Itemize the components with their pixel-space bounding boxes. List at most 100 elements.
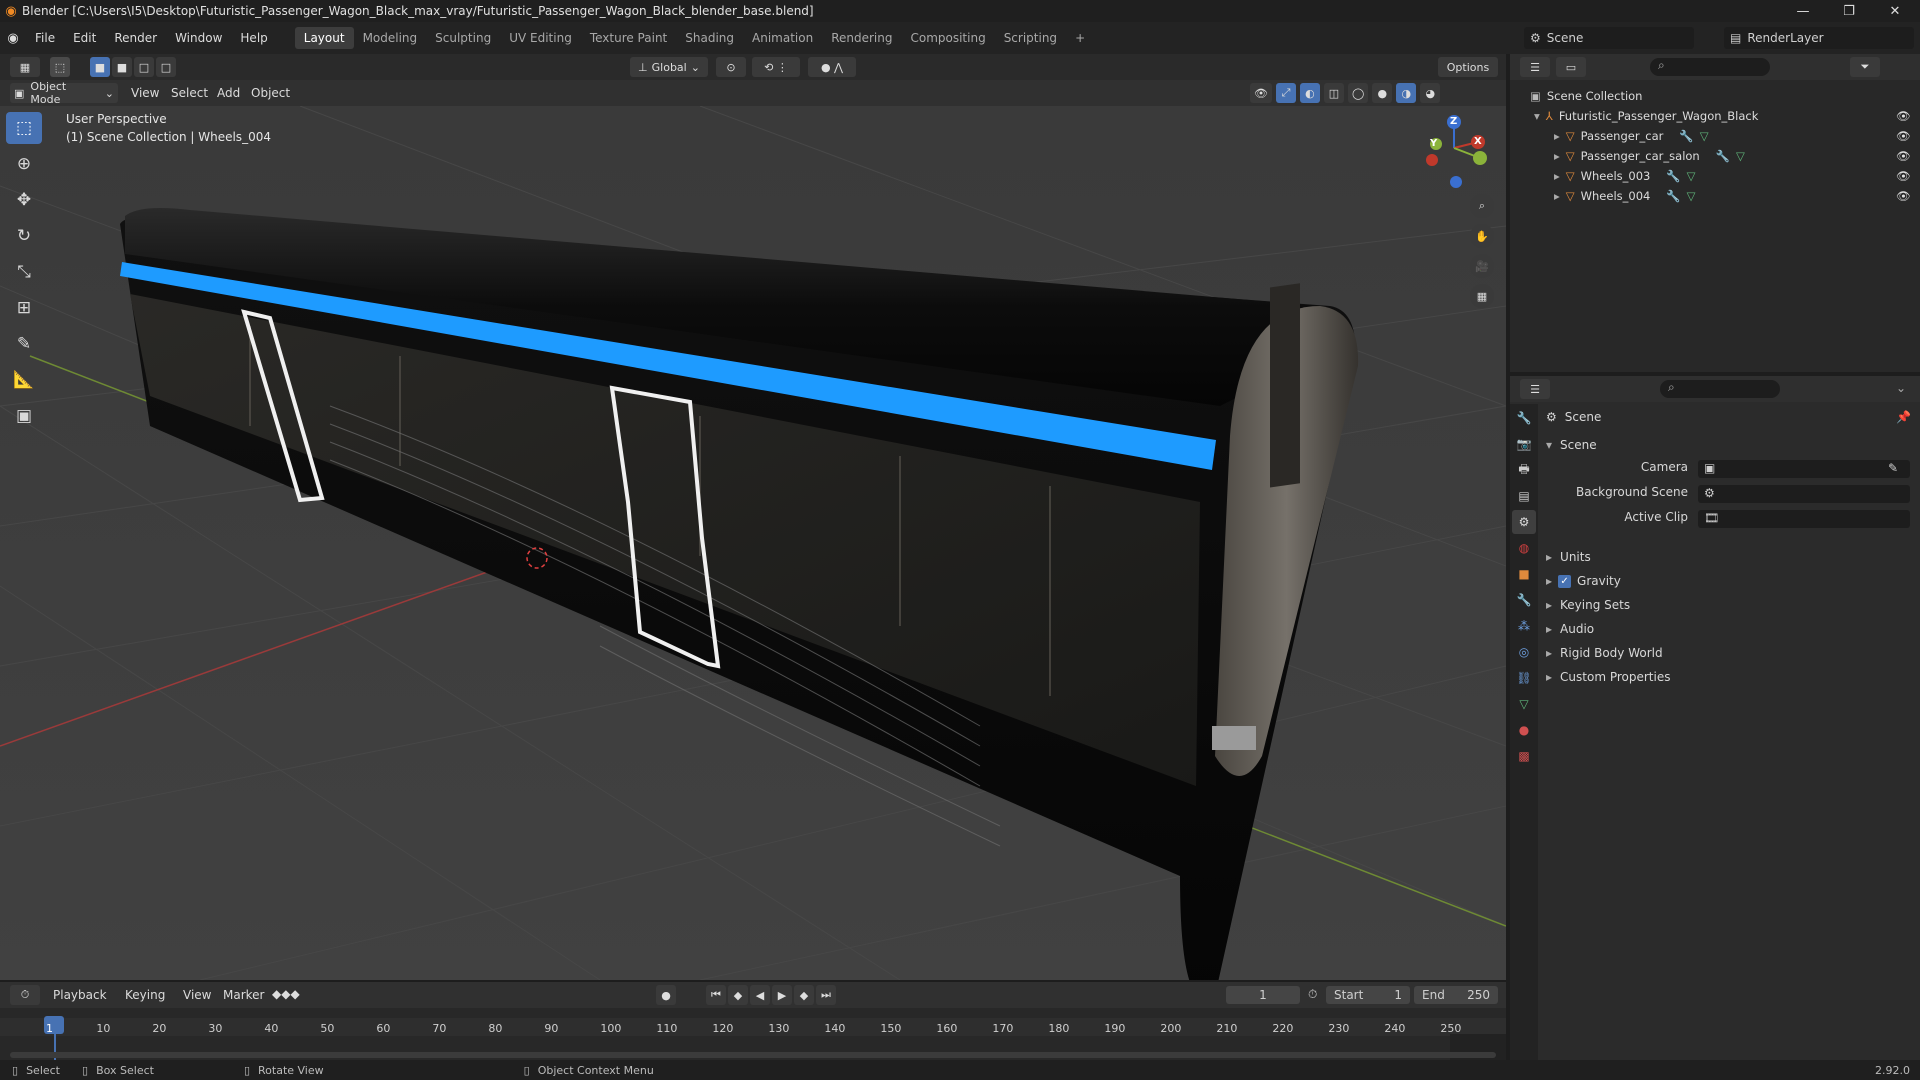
rendered-shading-icon[interactable]: ◕ (1420, 83, 1441, 103)
gizmo-x-label[interactable]: X (1474, 136, 1482, 147)
render-tab-icon[interactable]: 📷 (1512, 432, 1536, 456)
add-cube-tool-icon[interactable]: ▣ (6, 400, 42, 432)
chevron-down-icon[interactable]: ⌄ (1896, 381, 1906, 395)
3d-viewport[interactable]: Z X Y User Perspective (1) Scene Collect… (0, 106, 1506, 980)
tab-modeling[interactable]: Modeling (354, 27, 427, 49)
viewport-menu-object[interactable]: Object (242, 82, 299, 104)
visibility-icon[interactable]: 👁 (1250, 83, 1272, 103)
tab-rendering[interactable]: Rendering (822, 27, 901, 49)
play-icon[interactable]: ▶ (772, 985, 792, 1005)
renderlayer-selector[interactable]: ▤ RenderLayer (1724, 27, 1914, 49)
record-icon[interactable]: ● (656, 985, 676, 1005)
properties-editor-icon[interactable]: ☰ (1520, 379, 1550, 399)
transform-tool-icon[interactable]: ⊞ (6, 292, 42, 324)
jump-end-icon[interactable]: ⏭ (816, 985, 836, 1005)
visibility-eye-icon[interactable]: 👁 (1896, 189, 1911, 203)
menu-help[interactable]: Help (231, 27, 276, 49)
menu-render[interactable]: Render (105, 27, 166, 49)
options-dropdown[interactable]: Options (1438, 57, 1498, 77)
stopwatch-icon[interactable]: ⏱ (1308, 987, 1317, 1002)
add-workspace-button[interactable]: + (1066, 27, 1094, 49)
select-tool-icon[interactable]: ⬚ (50, 57, 70, 77)
scale-tool-icon[interactable]: ⤡ (6, 256, 42, 288)
tab-texture-paint[interactable]: Texture Paint (581, 27, 676, 49)
tab-sculpting[interactable]: Sculpting (426, 27, 500, 49)
solid-shading-icon[interactable]: ● (1372, 83, 1393, 103)
menu-edit[interactable]: Edit (64, 27, 105, 49)
xray-toggle-icon[interactable]: ◫ (1323, 83, 1344, 103)
timeline-menu-marker[interactable]: Marker (214, 984, 273, 1006)
timeline-menu-keying[interactable]: Keying (116, 984, 174, 1006)
expand-arrow-icon[interactable]: ▸ (1554, 189, 1560, 203)
tab-shading[interactable]: Shading (676, 27, 743, 49)
expand-arrow-icon[interactable]: ▸ (1554, 129, 1560, 143)
audio-panel-header[interactable]: ▸ Audio (1546, 622, 1594, 636)
view-layer-tab-icon[interactable]: ▤ (1512, 484, 1536, 508)
gizmo-toggle-icon[interactable]: ⤢ (1275, 83, 1296, 103)
eyedropper-icon[interactable]: ✎ (1888, 461, 1898, 475)
visibility-eye-icon[interactable]: 👁 (1896, 109, 1911, 123)
jump-start-icon[interactable]: ⏮ (706, 985, 726, 1005)
start-frame-field[interactable]: Start 1 (1326, 986, 1410, 1004)
outliner-row-object[interactable]: ▸ ▽ Passenger_car_salon 🔧 ▽ 👁 (1510, 146, 1920, 166)
proportional-edit-icon[interactable]: ● ⋀ (808, 57, 856, 77)
wireframe-shading-icon[interactable]: ◯ (1347, 83, 1369, 103)
annotate-tool-icon[interactable]: ✎ (6, 328, 42, 360)
menu-window[interactable]: Window (166, 27, 231, 49)
scene-panel-header[interactable]: ▾ Scene (1546, 438, 1597, 452)
material-shading-icon[interactable]: ◑ (1396, 83, 1417, 103)
current-frame-field[interactable]: 1 (1226, 986, 1300, 1004)
modifier-tab-icon[interactable]: 🔧 (1512, 588, 1536, 612)
select-box-tool-icon[interactable]: ⬚ (6, 112, 42, 144)
tab-layout[interactable]: Layout (294, 27, 354, 49)
gizmo-z-label[interactable]: Z (1450, 116, 1457, 127)
pivot-point-icon[interactable]: ⊙ (716, 57, 746, 77)
particles-tab-icon[interactable]: ⁂ (1512, 614, 1536, 638)
active-clip-field[interactable]: 🎞 (1698, 510, 1910, 528)
world-tab-icon[interactable]: ◍ (1512, 536, 1536, 560)
menu-file[interactable]: File (26, 27, 64, 49)
gizmo-y-label[interactable]: Y (1430, 138, 1437, 149)
end-frame-field[interactable]: End 250 (1414, 986, 1498, 1004)
tab-scripting[interactable]: Scripting (995, 27, 1066, 49)
zoom-icon[interactable]: ⌕ (1470, 194, 1494, 218)
rigid-body-world-panel-header[interactable]: ▸ Rigid Body World (1546, 646, 1663, 660)
outliner-row-object[interactable]: ▸ ▽ Passenger_car 🔧 ▽ 👁 (1510, 126, 1920, 146)
data-tab-icon[interactable]: ▽ (1512, 692, 1536, 716)
visibility-eye-icon[interactable]: 👁 (1896, 169, 1911, 183)
close-button[interactable]: ✕ (1872, 0, 1918, 22)
properties-search-input[interactable]: ⌕ (1660, 380, 1780, 398)
minimize-button[interactable]: — (1780, 0, 1826, 22)
outliner-row-collection[interactable]: ▾ ⅄ Futuristic_Passenger_Wagon_Black 👁 (1510, 106, 1920, 126)
keying-sets-panel-header[interactable]: ▸ Keying Sets (1546, 598, 1630, 612)
background-scene-field[interactable]: ⚙ (1698, 485, 1910, 503)
units-panel-header[interactable]: ▸ Units (1546, 550, 1591, 564)
next-keyframe-icon[interactable]: ◆ (794, 985, 814, 1005)
blender-menu-icon[interactable]: ◉ (0, 31, 26, 46)
texture-tab-icon[interactable]: ▩ (1512, 744, 1536, 768)
tab-animation[interactable]: Animation (743, 27, 822, 49)
maximize-button[interactable]: ❐ (1826, 0, 1872, 22)
rotate-tool-icon[interactable]: ↻ (6, 220, 42, 252)
pin-icon[interactable]: 📌 (1896, 410, 1911, 424)
tab-compositing[interactable]: Compositing (901, 27, 994, 49)
display-mode-icon[interactable]: ▭ (1556, 57, 1586, 77)
prev-keyframe-icon[interactable]: ◆ (728, 985, 748, 1005)
mode-dropdown[interactable]: ▣ Object Mode ⌄ (10, 80, 118, 106)
outliner-editor-icon[interactable]: ☰ (1520, 57, 1550, 77)
material-tab-icon[interactable]: ● (1512, 718, 1536, 742)
physics-tab-icon[interactable]: ◎ (1512, 640, 1536, 664)
expand-arrow-icon[interactable]: ▾ (1534, 109, 1540, 123)
ortho-grid-icon[interactable]: ▦ (1470, 284, 1494, 308)
timeline-menu-playback[interactable]: Playback (44, 984, 116, 1006)
measure-tool-icon[interactable]: 📐 (6, 364, 42, 396)
tab-uv-editing[interactable]: UV Editing (500, 27, 581, 49)
camera-field[interactable]: ▣ ✎ (1698, 460, 1910, 478)
scene-tab-icon[interactable]: ⚙ (1512, 510, 1536, 534)
expand-arrow-icon[interactable]: ▸ (1554, 149, 1560, 163)
select-new-icon[interactable]: ■ (90, 57, 110, 77)
camera-view-icon[interactable]: 🎥 (1470, 254, 1494, 278)
gravity-panel-header[interactable]: ▸ ✓ Gravity (1546, 574, 1621, 588)
gravity-checkbox[interactable]: ✓ (1558, 574, 1572, 588)
overlay-toggle-icon[interactable]: ◐ (1299, 83, 1320, 103)
